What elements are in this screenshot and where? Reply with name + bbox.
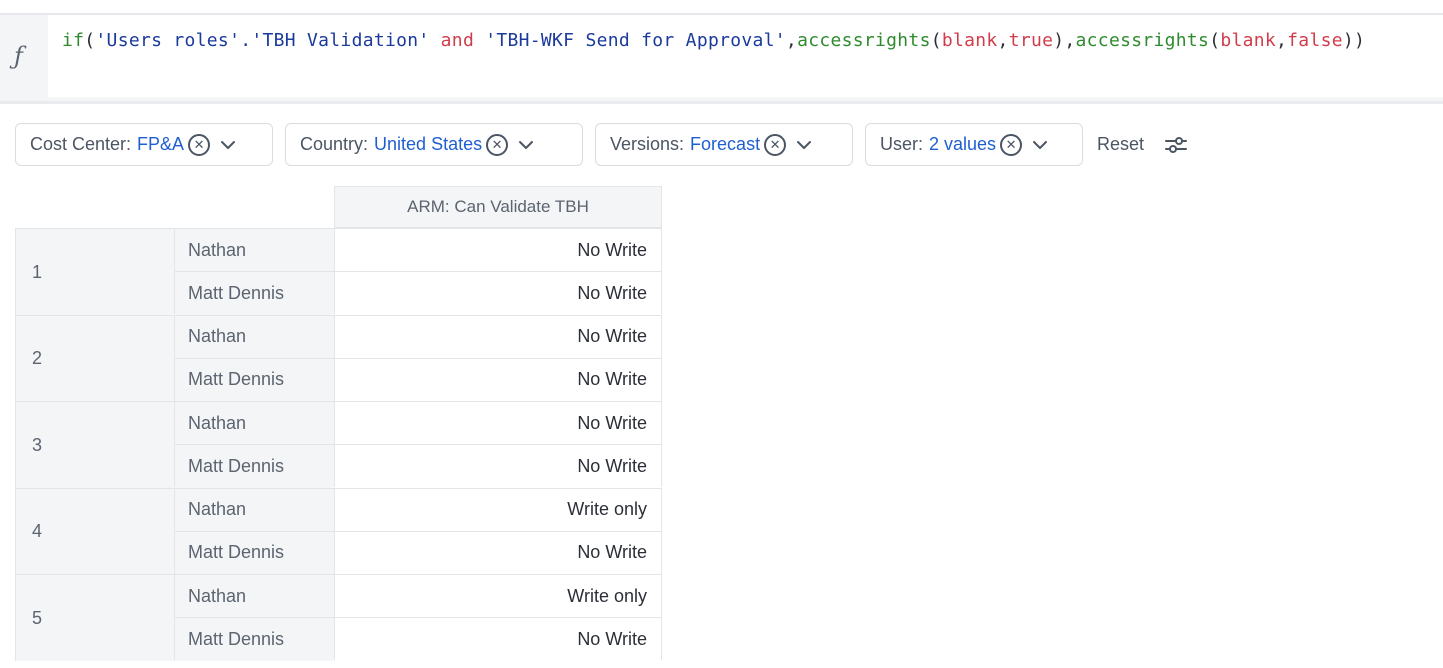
value-cell[interactable]: No Write — [334, 228, 662, 271]
filter-chip-3[interactable]: Versions: Forecast ✕ — [595, 123, 853, 166]
chevron-down-icon[interactable] — [518, 140, 534, 150]
row-name-cell: Matt Dennis — [174, 357, 334, 401]
formula-token: ( — [930, 30, 942, 51]
value-cell[interactable]: No Write — [334, 617, 662, 660]
row-name-cell: Matt Dennis — [174, 617, 334, 660]
formula-token: blank — [941, 30, 998, 51]
filter-settings-icon[interactable] — [1164, 133, 1188, 157]
function-icon: ƒ — [14, 42, 23, 70]
clear-filter-icon[interactable]: ✕ — [188, 133, 211, 156]
formula-token: if — [62, 30, 85, 51]
formula-token: true — [1008, 30, 1054, 51]
filter-value: United States — [374, 134, 483, 154]
clear-filter-icon[interactable]: ✕ — [764, 133, 787, 156]
value-cell[interactable]: No Write — [334, 401, 662, 444]
formula-token: 'Users roles'.'TBH Validation' — [95, 30, 430, 51]
formula-token: and — [429, 30, 486, 51]
column-header[interactable]: ARM: Can Validate TBH — [334, 186, 662, 228]
row-name-cell: Nathan — [174, 314, 334, 358]
formula-token: ), — [1053, 30, 1076, 51]
filter-bar: Cost Center: FP&A ✕ Country: United States ✕ V… — [15, 122, 1188, 167]
group-label: 1 — [32, 261, 43, 282]
chevron-down-icon[interactable] — [220, 140, 236, 150]
formula-token: accessrights — [1075, 30, 1210, 51]
row-name-cell: Matt Dennis — [174, 444, 334, 487]
value-cell[interactable]: No Write — [334, 530, 662, 574]
row-name-cell: Nathan — [174, 401, 334, 444]
row-name-cell: Matt Dennis — [174, 271, 334, 314]
group-label: 3 — [32, 434, 43, 455]
filter-value: Forecast — [690, 134, 761, 154]
formula-token: ( — [1209, 30, 1221, 51]
formula-divider — [0, 101, 1443, 104]
group-label: 4 — [32, 521, 43, 541]
row-name-cell: Nathan — [174, 228, 334, 271]
row-name-cell: Nathan — [174, 487, 334, 531]
value-cell[interactable]: Write only — [334, 487, 662, 531]
clear-filter-icon[interactable]: ✕ — [1000, 133, 1023, 156]
row-name-cell: Matt Dennis — [174, 530, 334, 574]
reset-button[interactable]: Reset — [1097, 134, 1144, 155]
value-cell[interactable]: Write only — [334, 574, 662, 617]
value-cell[interactable]: No Write — [334, 357, 662, 401]
formula-token: accessrights — [797, 30, 931, 51]
formula-token: )) — [1342, 30, 1366, 51]
filter-value: FP&A — [137, 134, 185, 154]
filter-chip-1[interactable]: Cost Center: FP&A ✕ — [15, 123, 273, 166]
group-label: 5 — [32, 607, 43, 628]
clear-filter-icon[interactable]: ✕ — [486, 133, 509, 156]
filter-label: User: — [880, 134, 924, 154]
chevron-down-icon[interactable] — [796, 140, 812, 150]
chevron-down-icon[interactable] — [1032, 140, 1048, 150]
formula-token: false — [1287, 30, 1343, 51]
group-label: 2 — [32, 348, 43, 368]
filter-chip-4[interactable]: User: 2 values ✕ — [865, 123, 1083, 166]
filter-chip-2[interactable]: Country: United States ✕ — [285, 123, 583, 166]
formula-text[interactable]: if('Users roles'.'TBH Validation' and 'T… — [62, 30, 1365, 51]
filter-label: Country: — [300, 134, 369, 154]
formula-token: 'TBH-WKF Send for Approval' — [485, 30, 786, 51]
row-name-cell: Nathan — [174, 574, 334, 617]
formula-token: , — [997, 30, 1009, 51]
value-cell[interactable]: No Write — [334, 271, 662, 314]
formula-editor[interactable]: if('Users roles'.'TBH Validation' and 'T… — [48, 15, 1443, 97]
formula-token: , — [1276, 30, 1288, 51]
formula-token: ( — [84, 30, 96, 51]
filter-label: Cost Center: — [30, 134, 132, 154]
value-cell[interactable]: No Write — [334, 444, 662, 487]
formula-token: , — [785, 30, 798, 51]
formula-token: blank — [1220, 30, 1277, 51]
filter-label: Versions: — [610, 134, 685, 154]
filter-value: 2 values — [929, 134, 997, 154]
value-cell[interactable]: No Write — [334, 314, 662, 358]
